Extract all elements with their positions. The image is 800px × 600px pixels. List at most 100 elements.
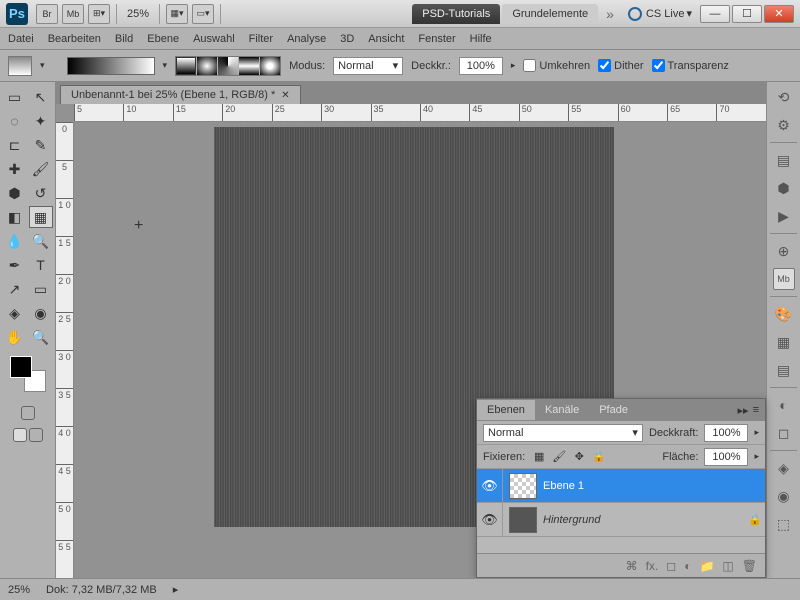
zoom-level[interactable]: 25%: [127, 8, 149, 20]
menu-fenster[interactable]: Fenster: [418, 33, 455, 45]
color-swatches[interactable]: [10, 356, 46, 392]
char-panel-icon[interactable]: ⊕: [773, 240, 795, 262]
screenmode-standard[interactable]: [13, 428, 27, 442]
mb-panel-icon[interactable]: Mb: [773, 268, 795, 290]
layer-row[interactable]: 👁 Ebene 1: [477, 469, 765, 503]
bridge-button[interactable]: Br: [36, 4, 58, 24]
actions-panel-icon[interactable]: ⚙: [773, 114, 795, 136]
minibridge-button[interactable]: Mb: [62, 4, 84, 24]
document-tab[interactable]: Unbenannt-1 bei 25% (Ebene 1, RGB/8) * ✕: [60, 85, 301, 104]
gradient-linear[interactable]: [176, 57, 196, 75]
delete-layer-icon[interactable]: 🗑: [742, 559, 757, 573]
lock-transparency-icon[interactable]: ▦: [531, 449, 547, 465]
layer-name[interactable]: Hintergrund: [543, 514, 745, 526]
panel-collapse-icon[interactable]: ▸▸: [738, 404, 749, 417]
tab-kanaele[interactable]: Kanäle: [535, 400, 589, 420]
menu-filter[interactable]: Filter: [249, 33, 273, 45]
document-close-icon[interactable]: ✕: [281, 90, 289, 101]
mode-select[interactable]: Normal▾: [333, 57, 403, 75]
stamp-tool[interactable]: ⬢: [3, 182, 27, 204]
screenmode-button[interactable]: ▭▾: [192, 4, 214, 24]
swatches-panel-icon[interactable]: ▦: [773, 331, 795, 353]
layer-row[interactable]: 👁 Hintergrund 🔒: [477, 503, 765, 537]
dither-checkbox[interactable]: Dither: [598, 59, 643, 72]
blend-mode-select[interactable]: Normal▾: [483, 424, 643, 442]
arrange-button[interactable]: ▦▾: [166, 4, 188, 24]
paths-panel-icon[interactable]: ⬚: [773, 513, 795, 535]
reverse-checkbox[interactable]: Umkehren: [523, 59, 590, 72]
gradient-reflected[interactable]: [239, 57, 259, 75]
menu-bild[interactable]: Bild: [115, 33, 133, 45]
brush-panel-icon[interactable]: ▤: [773, 149, 795, 171]
pen-tool[interactable]: ✒: [3, 254, 27, 276]
channels-panel-icon[interactable]: ◉: [773, 485, 795, 507]
eyedropper-tool[interactable]: ✎: [29, 134, 53, 156]
layer-name[interactable]: Ebene 1: [543, 480, 765, 492]
lock-position-icon[interactable]: ✥: [571, 449, 587, 465]
healing-tool[interactable]: ✚: [3, 158, 27, 180]
menu-ansicht[interactable]: Ansicht: [368, 33, 404, 45]
close-button[interactable]: ✕: [764, 5, 794, 23]
panel-menu-icon[interactable]: ≡: [753, 404, 759, 417]
path-select-tool[interactable]: ↗: [3, 278, 27, 300]
3d-camera-tool[interactable]: ◉: [29, 302, 53, 324]
tab-pfade[interactable]: Pfade: [589, 400, 638, 420]
layer-visibility-icon[interactable]: 👁: [477, 503, 503, 536]
layer-opacity-value[interactable]: 100%: [704, 424, 748, 442]
adjustment-layer-icon[interactable]: ◐: [684, 559, 691, 573]
workspace-tab-grundelemente[interactable]: Grundelemente: [502, 4, 598, 24]
ruler-vertical[interactable]: 051 01 52 02 53 03 54 04 55 05 5: [56, 122, 74, 578]
dodge-tool[interactable]: 🔍: [29, 230, 53, 252]
minimize-button[interactable]: —: [700, 5, 730, 23]
menu-hilfe[interactable]: Hilfe: [470, 33, 492, 45]
status-doc-size[interactable]: Dok: 7,32 MB/7,32 MB: [46, 584, 157, 596]
styles-panel-icon[interactable]: ▤: [773, 359, 795, 381]
marquee-tool[interactable]: ↖: [29, 86, 53, 108]
menu-bearbeiten[interactable]: Bearbeiten: [48, 33, 101, 45]
workspace-more-icon[interactable]: »: [606, 6, 614, 22]
gradient-preview[interactable]: [67, 57, 155, 75]
workspace-tab-psdtutorials[interactable]: PSD-Tutorials: [412, 4, 500, 24]
tool-preset-picker[interactable]: [8, 56, 32, 76]
lock-pixels-icon[interactable]: 🖌: [551, 449, 567, 465]
clone-panel-icon[interactable]: ⬢: [773, 177, 795, 199]
layer-fx-icon[interactable]: fx.: [646, 559, 659, 573]
maximize-button[interactable]: ☐: [732, 5, 762, 23]
masks-panel-icon[interactable]: ◻: [773, 422, 795, 444]
transparency-checkbox[interactable]: Transparenz: [652, 59, 729, 72]
hand-tool[interactable]: ✋: [3, 326, 27, 348]
cslive-button[interactable]: CS Live▾: [628, 7, 692, 21]
zoom-tool[interactable]: 🔍: [29, 326, 53, 348]
layers-panel-icon[interactable]: ◈: [773, 457, 795, 479]
crop-tool[interactable]: ⊏: [3, 134, 27, 156]
layer-thumbnail[interactable]: [509, 473, 537, 499]
screenmode-full[interactable]: [29, 428, 43, 442]
shape-tool[interactable]: ▭: [29, 278, 53, 300]
menu-analyse[interactable]: Analyse: [287, 33, 326, 45]
3d-tool[interactable]: ◈: [3, 302, 27, 324]
status-menu-icon[interactable]: ▸: [173, 583, 179, 596]
layer-thumbnail[interactable]: [509, 507, 537, 533]
foreground-color[interactable]: [10, 356, 32, 378]
quickmask-toggle[interactable]: [21, 406, 35, 420]
gradient-angle[interactable]: [218, 57, 238, 75]
nav-panel-icon[interactable]: ▶: [773, 205, 795, 227]
lock-all-icon[interactable]: 🔒: [591, 449, 607, 465]
layer-mask-icon[interactable]: ◻: [666, 559, 676, 573]
new-layer-icon[interactable]: ◫: [722, 559, 733, 573]
color-panel-icon[interactable]: 🎨: [773, 303, 795, 325]
tab-ebenen[interactable]: Ebenen: [477, 400, 535, 420]
opacity-value[interactable]: 100%: [459, 57, 503, 75]
menu-datei[interactable]: Datei: [8, 33, 34, 45]
ruler-horizontal[interactable]: 510152025303540455055606570: [74, 104, 766, 122]
menu-3d[interactable]: 3D: [340, 33, 354, 45]
fill-value[interactable]: 100%: [704, 448, 748, 466]
menu-ebene[interactable]: Ebene: [147, 33, 179, 45]
magic-wand-tool[interactable]: ✦: [29, 110, 53, 132]
history-panel-icon[interactable]: ⟲: [773, 86, 795, 108]
lasso-tool[interactable]: ◌: [3, 110, 27, 132]
move-tool[interactable]: ▭: [3, 86, 27, 108]
layer-group-icon[interactable]: 📁: [699, 559, 714, 573]
adjust-panel-icon[interactable]: ◐: [773, 394, 795, 416]
eraser-tool[interactable]: ◧: [3, 206, 27, 228]
